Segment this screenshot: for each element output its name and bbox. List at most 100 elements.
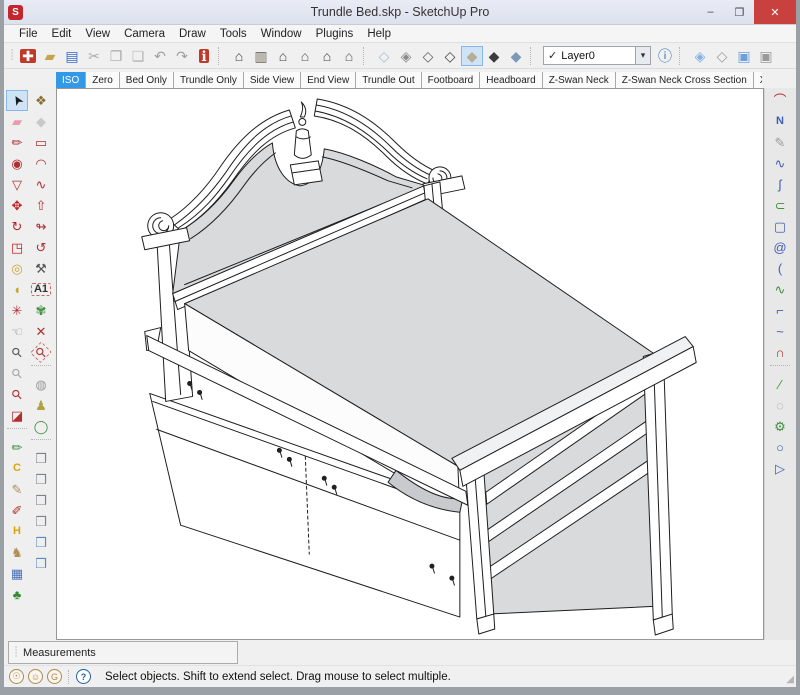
line-segment-tool-icon[interactable]: ∕ [769,374,791,395]
paint-bucket-tool-icon[interactable]: ◆ [30,111,52,132]
bezier-arc-tool-icon[interactable]: ⌒ [769,90,791,111]
view-front-house-icon[interactable]: ⌂ [272,46,294,66]
credits-status-icon[interactable]: ☺ [28,669,43,684]
protractor-tool-icon[interactable]: ◖ [6,279,28,300]
circle-tool-icon[interactable]: ◉ [6,153,28,174]
offset-tool-icon[interactable]: ↺ [30,237,52,258]
scene-tab-zero[interactable]: Zero [85,72,119,88]
scene-tab-footboard[interactable]: Footboard [421,72,480,88]
zoom-tool-icon[interactable]: ⚲ [6,342,28,363]
menu-view[interactable]: View [78,28,117,40]
tape-measure-tool-icon[interactable]: ◎ [6,258,28,279]
dimension-tool-icon[interactable]: ⚒ [30,258,52,279]
scene-tab-iso[interactable]: ISO [56,72,85,88]
menu-edit[interactable]: Edit [45,28,79,40]
new-file-icon[interactable]: ✚ [17,46,39,66]
make-component-tool-icon[interactable]: ❖ [30,90,52,111]
cut-icon[interactable]: ✂ [83,46,105,66]
bezier-spline-tool-icon[interactable]: N [769,111,791,132]
layer-dropdown[interactable]: ✓ Layer0 ▾ [543,46,651,65]
three-d-text-tool-icon[interactable]: ✾ [30,300,52,321]
move-tool-icon[interactable]: ✥ [6,195,28,216]
edge-pencil-tool-icon[interactable]: ✏ [6,437,28,458]
wave-curve-tool-icon[interactable]: ~ [769,321,791,342]
save-file-icon[interactable]: ▤ [61,46,83,66]
cubic-spline-tool-icon[interactable]: ʃ [769,174,791,195]
drawing-canvas[interactable] [56,88,764,640]
dashed-pencil-tool-icon[interactable]: ✐ [6,500,28,521]
pan-tool-icon[interactable]: ☜ [6,321,28,342]
menu-help[interactable]: Help [360,28,398,40]
face-style-xray-icon[interactable]: ◇ [373,46,395,66]
follow-me-tool-icon[interactable]: ↬ [30,216,52,237]
look-around-tool-icon[interactable]: ✕ [30,321,52,342]
zoom-extents-tool-icon[interactable]: ⚲ [6,384,28,405]
rotate-tool-icon[interactable]: ↻ [6,216,28,237]
scene-tab-x-swa[interactable]: X-Swa [753,72,762,88]
cutlist-tool-icon[interactable]: C [6,458,28,479]
zoom-window-tool-icon[interactable]: ⚲ [30,342,52,363]
minimize-button[interactable]: – [696,0,725,24]
face-style-wireframe-icon[interactable]: ◇ [417,46,439,66]
dome-arc-tool-icon[interactable]: ∩ [769,342,791,363]
tree-tool-icon[interactable]: ♣ [6,584,28,605]
title-bar[interactable]: S Trundle Bed.skp - SketchUp Pro –❒✕ [4,0,796,25]
solid-subtract-tool-icon[interactable]: ❒ [30,469,52,490]
maximize-button[interactable]: ❒ [725,0,754,24]
hook-curve-tool-icon[interactable]: ⌐ [769,300,791,321]
menu-plugins[interactable]: Plugins [309,28,361,40]
resize-grip-icon[interactable]: ◢ [786,674,794,685]
freehand-tool-icon[interactable]: ∿ [30,174,52,195]
measurements-grip[interactable]: ┊ [13,647,19,658]
menu-draw[interactable]: Draw [172,28,213,40]
spiral-tool-icon[interactable]: @ [769,237,791,258]
scene-tab-z-swan-neck[interactable]: Z-Swan Neck [542,72,615,88]
claim-credit-status-icon[interactable]: G [47,669,62,684]
display-section-cuts-icon[interactable]: ▣ [755,46,777,66]
line-tool-icon[interactable]: ✏ [6,132,28,153]
position-camera-tool-icon[interactable]: ♟ [30,395,52,416]
layer-manager-icon[interactable]: ⓘ [654,46,676,66]
eraser-tool-icon[interactable]: ▰ [6,111,28,132]
open-arc-tool-icon[interactable]: ( [769,258,791,279]
model-info-icon[interactable]: ℹ [193,46,215,66]
add-section-plane-icon[interactable]: ◈ [689,46,711,66]
undo-icon[interactable]: ↶ [149,46,171,66]
grid-tool-icon[interactable]: ▦ [6,563,28,584]
face-style-shaded-textures-icon[interactable]: ◆ [483,46,505,66]
menu-file[interactable]: File [12,28,45,40]
oval-tool-icon[interactable]: ○ [769,437,791,458]
scale-tool-icon[interactable]: ◳ [6,237,28,258]
paste-icon[interactable]: ❏ [127,46,149,66]
redo-icon[interactable]: ↷ [171,46,193,66]
view-side-house-icon[interactable]: ⌂ [338,46,360,66]
face-style-back-edges-icon[interactable]: ◈ [395,46,417,66]
rounded-rect-tool-icon[interactable]: ▢ [769,216,791,237]
scene-tab-trundle-only[interactable]: Trundle Only [173,72,243,88]
solid-trim-tool-icon[interactable]: ❒ [30,490,52,511]
copy-icon[interactable]: ❐ [105,46,127,66]
face-style-hidden-line-icon[interactable]: ◇ [439,46,461,66]
component-box-icon[interactable]: ▥ [250,46,272,66]
triangle-curve-tool-icon[interactable]: ▷ [769,458,791,479]
wrench-tool-icon[interactable]: ⚙ [769,416,791,437]
scene-tab-bed-only[interactable]: Bed Only [119,72,173,88]
zigzag-spline-tool-icon[interactable]: ∿ [769,279,791,300]
bezier-edit-tool-icon[interactable]: ✎ [769,132,791,153]
view-back-house-icon[interactable]: ⌂ [316,46,338,66]
solid-intersect-tool-icon[interactable]: ❒ [30,511,52,532]
scene-tab-z-swan-neck-cross-section[interactable]: Z-Swan Neck Cross Section [615,72,753,88]
axes-tool-icon[interactable]: ✳ [6,300,28,321]
solid-split-tool-icon[interactable]: ❒ [30,532,52,553]
open-file-icon[interactable]: ▰ [39,46,61,66]
view-top-house-icon[interactable]: ⌂ [294,46,316,66]
dashed-circle-tool-icon[interactable]: ◌ [769,395,791,416]
walk-tool-icon[interactable]: ◍ [30,374,52,395]
measurements-input[interactable] [96,642,242,663]
face-style-monochrome-icon[interactable]: ◆ [505,46,527,66]
chevron-down-icon[interactable]: ▾ [635,47,650,64]
arc-tool-icon[interactable]: ◠ [30,153,52,174]
geolocation-status-icon[interactable]: ☉ [9,669,24,684]
section-plane-tool-icon[interactable]: ◪ [6,405,28,426]
close-button[interactable]: ✕ [754,0,796,24]
